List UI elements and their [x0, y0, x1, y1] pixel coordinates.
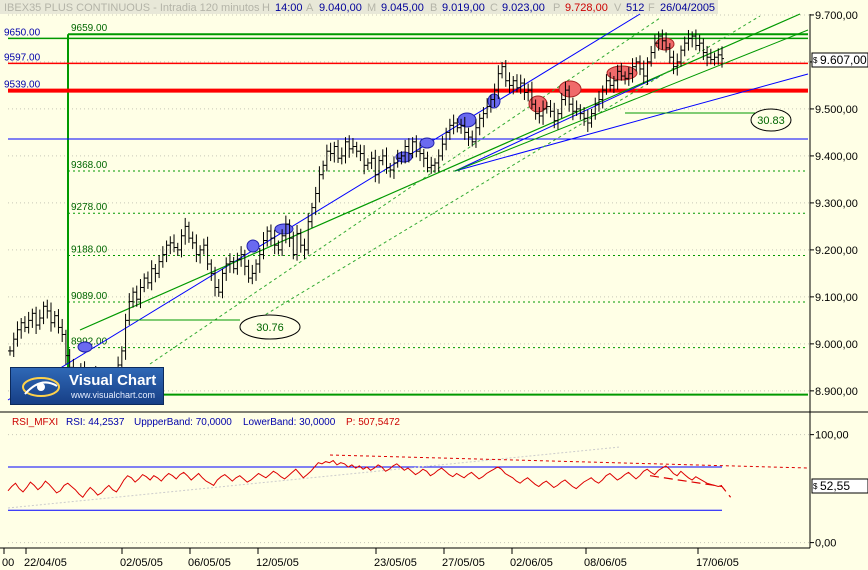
logo-name: Visual Chart: [69, 372, 157, 389]
rsi-name: RSI_MFXI: [12, 417, 58, 428]
header-volume: 512: [626, 2, 644, 14]
price-tick-label: 9.700,00: [815, 10, 858, 22]
red-oval: [558, 80, 582, 98]
x-tick-label: 00: [2, 557, 14, 569]
price-badge-marker: $: [813, 56, 818, 65]
blue-oval: [274, 223, 294, 235]
header-low: 9.019,00: [442, 2, 485, 14]
x-tick-label: 22/04/05: [24, 557, 67, 569]
green-level-label: 9368.00: [71, 160, 108, 171]
price-tick-label: 9.100,00: [815, 292, 858, 304]
blue-level-label: 9650.00: [4, 27, 41, 38]
rsi-value: RSI: 44,2537: [66, 417, 125, 428]
header-c-label: C: [490, 2, 498, 14]
green-level-label: 9089.00: [71, 291, 108, 302]
ibex-chart[interactable]: IBEX35 PLUS CONTINUOUS - Intradia 120 mi…: [0, 0, 868, 570]
rsi-badge: 52,55: [820, 479, 850, 493]
header-h-label: H: [262, 2, 270, 14]
x-tick-label: 02/05/05: [120, 557, 163, 569]
x-tick-label: 23/05/05: [374, 557, 417, 569]
blue-level-label: 9539.00: [4, 80, 41, 91]
chart-title: IBEX35 PLUS CONTINUOUS - Intradia 120 mi…: [4, 2, 260, 14]
green-level-label: 9188.00: [71, 245, 108, 256]
header-date: 26/04/2005: [660, 2, 715, 14]
price-y-tick-labels: 9.700,009.600,009.500,009.400,009.300,00…: [810, 10, 858, 398]
blue-level-label: 9597.00: [4, 52, 41, 63]
rsi-tick-label: 0,00: [815, 538, 836, 550]
x-tick-label: 02/06/05: [510, 557, 553, 569]
header-p-value: 9.728,00: [565, 2, 608, 14]
price-tick-label: 9.200,00: [815, 245, 858, 257]
blue-oval: [246, 239, 260, 253]
annotation-text-1: 30.76: [256, 322, 284, 334]
blue-oval: [419, 137, 435, 149]
green-level-label: 9278.00: [71, 202, 108, 213]
x-tick-label: 12/05/05: [256, 557, 299, 569]
logo-url: www.visualchart.com: [71, 390, 156, 400]
visual-chart-logo: Visual Chart www.visualchart.com: [10, 367, 164, 405]
header-v-label: V: [614, 2, 622, 14]
price-tick-label: 9.400,00: [815, 151, 858, 163]
header-f-label: F: [648, 2, 655, 14]
x-tick-label: 27/05/05: [442, 557, 485, 569]
rsi-badge-marker: $: [813, 482, 818, 491]
chart-background: [0, 0, 868, 570]
price-tick-label: 9.000,00: [815, 339, 858, 351]
blue-oval: [77, 341, 93, 353]
header-a-label: A: [306, 2, 314, 14]
chart-window: IBEX35 PLUS CONTINUOUS - Intradia 120 mi…: [0, 0, 868, 570]
header-time: 14:00: [275, 2, 303, 14]
header-high: 9.045,00: [381, 2, 424, 14]
price-tick-label: 9.500,00: [815, 104, 858, 116]
x-tick-label: 06/05/05: [188, 557, 231, 569]
annotation-text-2: 30.83: [757, 115, 785, 127]
rsi-p: P: 507,5472: [346, 417, 400, 428]
price-tick-label: 9.300,00: [815, 198, 858, 210]
header-b-label: B: [430, 2, 437, 14]
header-open: 9.040,00: [319, 2, 362, 14]
header-m-label: M: [367, 2, 376, 14]
price-badge: 9.607,00: [820, 53, 867, 67]
x-tick-label: 08/06/05: [584, 557, 627, 569]
rsi-lower: LowerBand: 30,0000: [243, 417, 336, 428]
header-p-label: P: [553, 2, 560, 14]
green-level-label: 9659.00: [71, 23, 108, 34]
rsi-upper: UppperBand: 70,0000: [134, 417, 232, 428]
logo-swoosh-icon: [22, 377, 60, 397]
price-tick-label: 8.900,00: [815, 386, 858, 398]
x-tick-label: 17/06/05: [696, 557, 739, 569]
header-close: 9.023,00: [502, 2, 545, 14]
rsi-tick-label: 100,00: [815, 430, 849, 442]
